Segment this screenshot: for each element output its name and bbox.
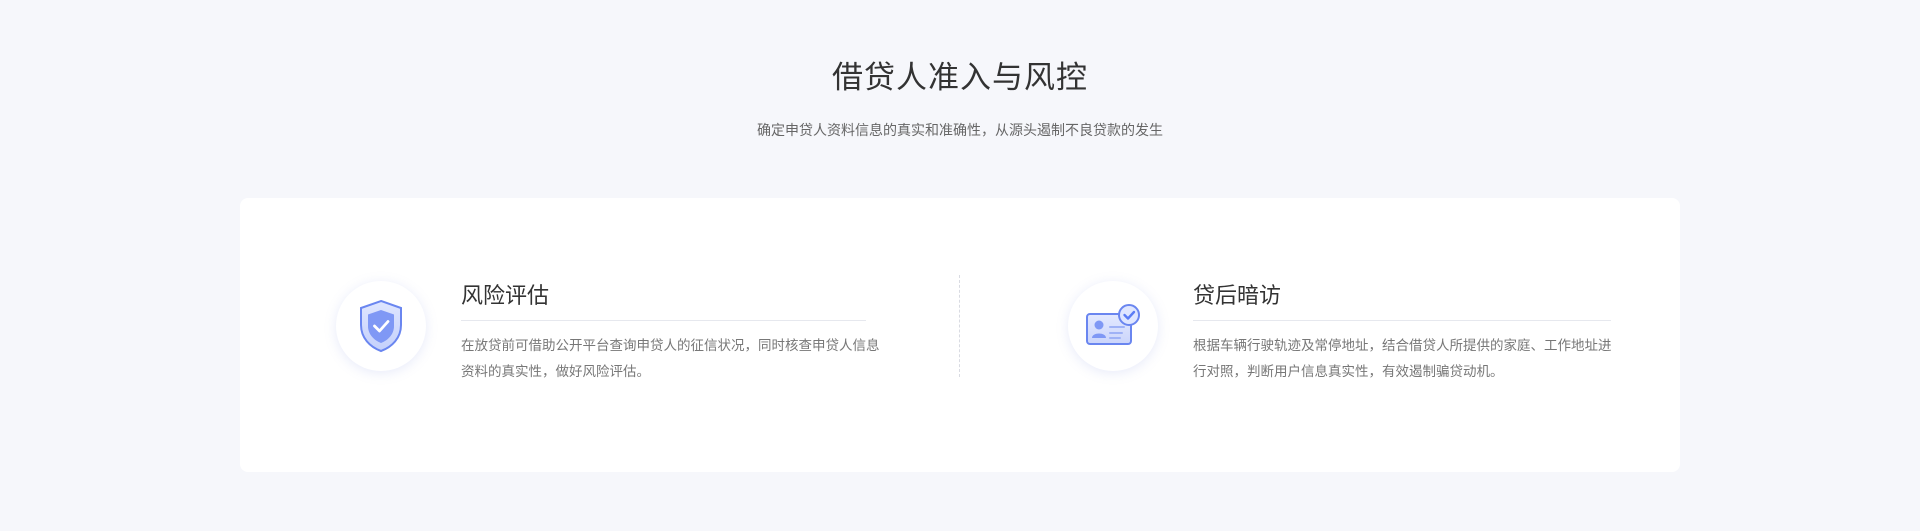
feature-description: 在放贷前可借助公开平台查询申贷人的征信状况，同时核查申贷人信息资料的真实性，做好… [461, 338, 880, 380]
section-subtitle: 确定申贷人资料信息的真实和准确性，从源头遏制不良贷款的发生 [757, 123, 1163, 139]
id-card-check-icon [1086, 304, 1140, 345]
feature-title: 贷后暗访 [1193, 278, 1611, 321]
feature-icon-badge [336, 281, 426, 371]
feature-description: 根据车辆行驶轨迹及常停地址，结合借贷人所提供的家庭、工作地址进行对照，判断用户信… [1193, 338, 1612, 380]
section-title: 借贷人准入与风控 [832, 60, 1088, 96]
feature-icon-badge [1068, 281, 1158, 371]
vertical-divider [959, 275, 960, 377]
feature-text: 风险评估 在放贷前可借助公开平台查询申贷人的征信状况，同时核查申贷人信息资料的真… [461, 278, 881, 385]
feature-title: 风险评估 [461, 278, 866, 321]
feature-text: 贷后暗访 根据车辆行驶轨迹及常停地址，结合借贷人所提供的家庭、工作地址进行对照，… [1193, 278, 1613, 385]
shield-check-icon [360, 299, 402, 353]
feature-card: 风险评估 在放贷前可借助公开平台查询申贷人的征信状况，同时核查申贷人信息资料的真… [240, 198, 1680, 472]
